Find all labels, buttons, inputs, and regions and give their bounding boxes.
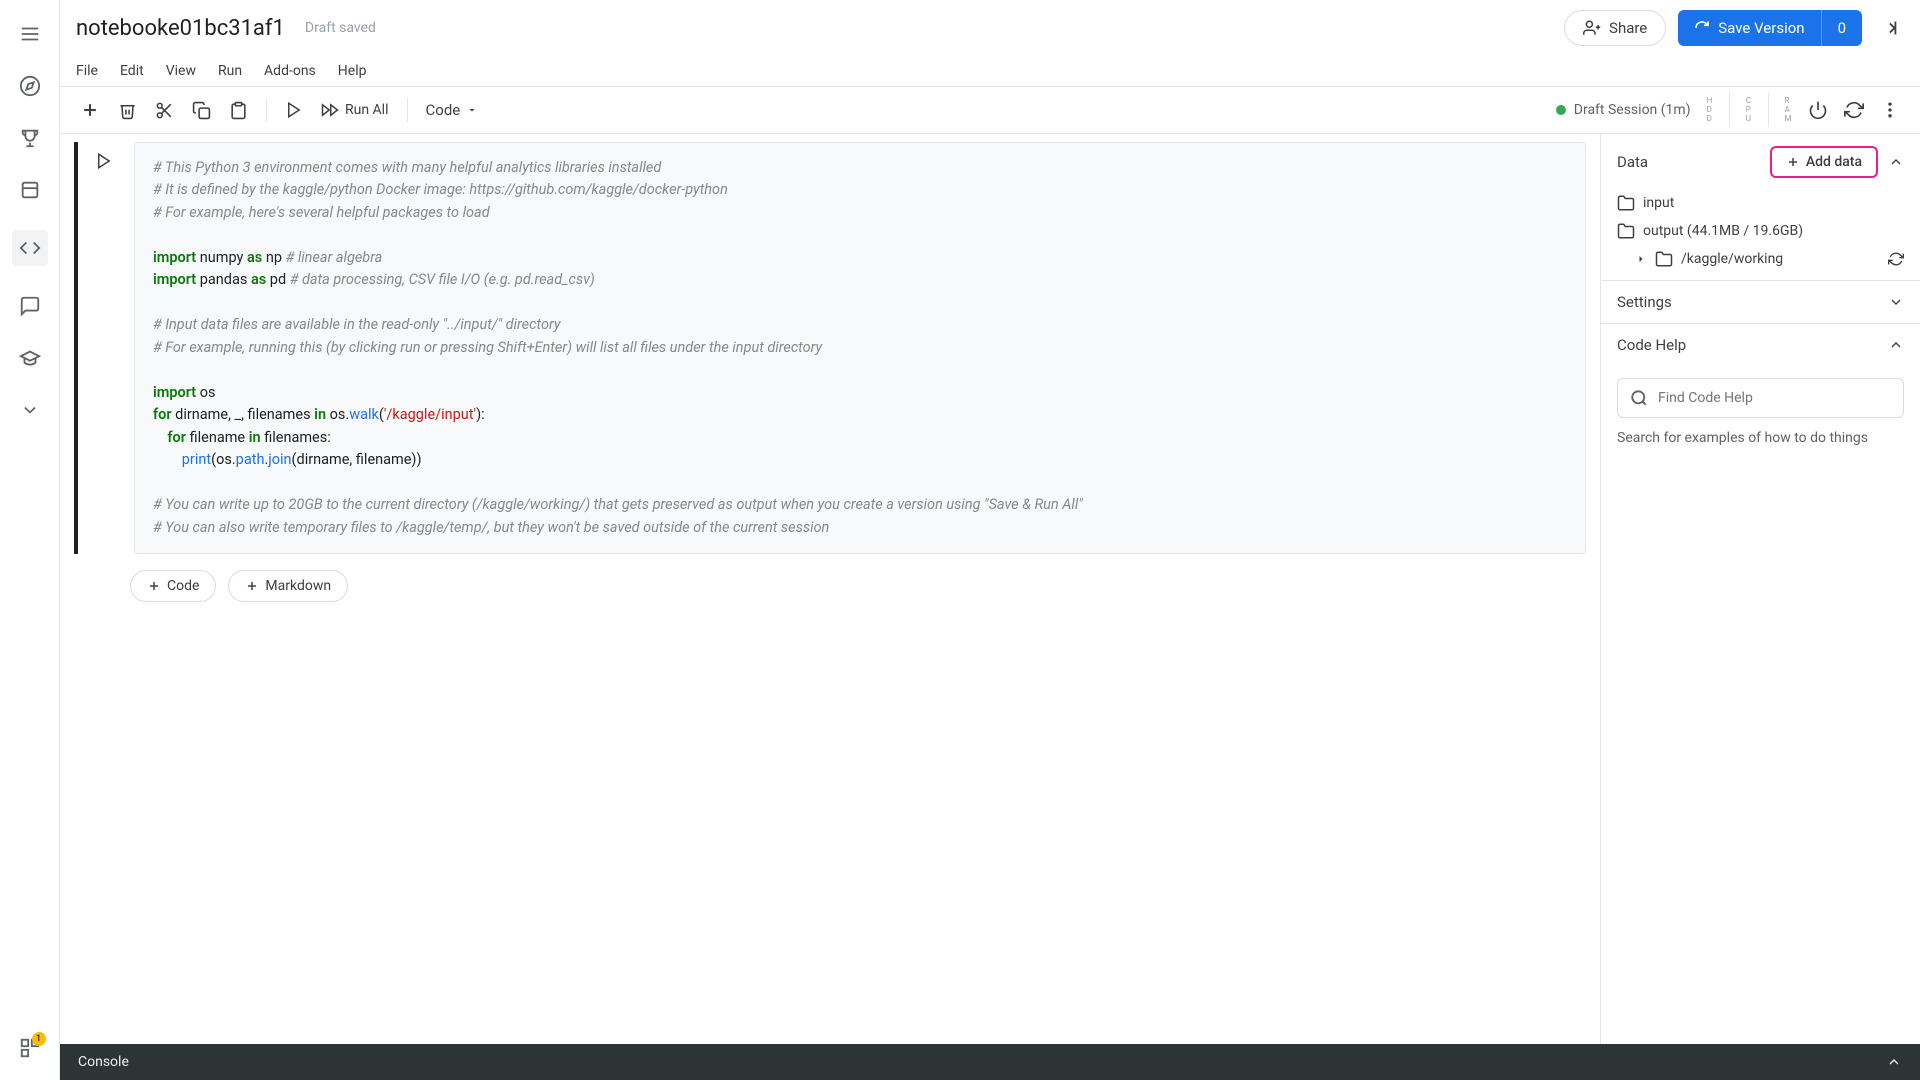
- codehelp-input[interactable]: [1658, 390, 1891, 406]
- copy-icon[interactable]: [192, 101, 211, 120]
- add-data-button[interactable]: Add data: [1770, 146, 1878, 178]
- menu-edit[interactable]: Edit: [120, 63, 144, 79]
- chevron-down-icon: [1888, 294, 1904, 310]
- codehelp-search[interactable]: [1617, 378, 1904, 418]
- add-markdown-label: Markdown: [265, 578, 331, 594]
- save-version-button[interactable]: Save Version 0: [1678, 10, 1862, 46]
- console-label: Console: [78, 1054, 129, 1070]
- toolbar: Run All Code Draft Session (1m) HDD CPU …: [60, 86, 1920, 134]
- menu-help[interactable]: Help: [338, 63, 367, 79]
- cell-active-marker: [74, 142, 78, 554]
- cpu-meter: CPU: [1746, 97, 1752, 123]
- hdd-meter: HDD: [1707, 97, 1713, 123]
- run-all-label: Run All: [345, 102, 389, 118]
- menu-view[interactable]: View: [166, 63, 196, 79]
- working-label: /kaggle/working: [1681, 251, 1783, 267]
- session-status: Draft Session (1m): [1556, 102, 1691, 118]
- code-editor[interactable]: # This Python 3 environment comes with m…: [134, 142, 1586, 554]
- console-expand-icon[interactable]: [1886, 1054, 1902, 1070]
- code-icon[interactable]: [12, 230, 48, 266]
- left-nav-rail: 1: [0, 0, 60, 1080]
- add-markdown-button[interactable]: Markdown: [228, 570, 348, 602]
- output-label: output (44.1MB / 19.6GB): [1643, 223, 1803, 239]
- cell-run-icon[interactable]: [95, 152, 117, 174]
- collapse-panel-icon[interactable]: [1874, 13, 1904, 43]
- trophy-icon[interactable]: [18, 126, 42, 150]
- activity-icon[interactable]: 1: [18, 1036, 42, 1060]
- delete-cell-icon[interactable]: [118, 101, 137, 120]
- chevron-down-icon[interactable]: [18, 398, 42, 422]
- cut-icon[interactable]: [155, 101, 174, 120]
- paste-icon[interactable]: [229, 101, 248, 120]
- notebook-title[interactable]: notebooke01bc31af1: [76, 16, 285, 41]
- share-label: Share: [1609, 19, 1647, 37]
- session-label: Draft Session (1m): [1574, 102, 1691, 118]
- console-bar[interactable]: Console: [60, 1044, 1920, 1080]
- right-panel: Data Add data input output (44.1MB / 19.…: [1600, 134, 1920, 1044]
- share-button[interactable]: Share: [1564, 10, 1666, 46]
- input-folder[interactable]: input: [1617, 194, 1904, 212]
- codehelp-hint: Search for examples of how to do things: [1601, 430, 1920, 462]
- menu-run[interactable]: Run: [218, 63, 242, 79]
- version-count[interactable]: 0: [1821, 10, 1862, 46]
- run-cell-icon[interactable]: [285, 101, 303, 119]
- draft-status: Draft saved: [305, 20, 376, 36]
- compass-icon[interactable]: [18, 74, 42, 98]
- input-label: input: [1643, 195, 1674, 211]
- search-icon: [1630, 389, 1648, 407]
- settings-label: Settings: [1617, 293, 1672, 311]
- status-dot-icon: [1556, 105, 1566, 115]
- notebook-area: # This Python 3 environment comes with m…: [60, 134, 1600, 1044]
- power-icon[interactable]: [1808, 100, 1828, 120]
- settings-header[interactable]: Settings: [1601, 281, 1920, 323]
- add-cell-icon[interactable]: [80, 100, 100, 120]
- run-all-button[interactable]: Run All: [321, 101, 389, 119]
- menu-addons[interactable]: Add-ons: [264, 63, 316, 79]
- header: notebooke01bc31af1 Draft saved Share Sav…: [60, 0, 1920, 56]
- add-code-button[interactable]: Code: [130, 570, 216, 602]
- add-code-label: Code: [167, 578, 199, 594]
- comments-icon[interactable]: [18, 294, 42, 318]
- hamburger-icon[interactable]: [18, 22, 42, 46]
- chevron-up-icon: [1888, 337, 1904, 353]
- refresh-icon[interactable]: [1888, 251, 1904, 267]
- menu-bar: File Edit View Run Add-ons Help: [60, 56, 1920, 86]
- database-icon[interactable]: [18, 178, 42, 202]
- save-label: Save Version: [1718, 19, 1804, 37]
- cell-type-label: Code: [426, 101, 461, 119]
- graduation-icon[interactable]: [18, 346, 42, 370]
- working-folder[interactable]: /kaggle/working: [1617, 250, 1904, 268]
- data-panel-title: Data: [1617, 153, 1648, 171]
- output-folder[interactable]: output (44.1MB / 19.6GB): [1617, 222, 1904, 240]
- notification-badge: 1: [32, 1032, 46, 1046]
- code-cell[interactable]: # This Python 3 environment comes with m…: [74, 142, 1586, 554]
- chevron-up-icon[interactable]: [1888, 154, 1904, 170]
- cell-type-dropdown[interactable]: Code: [426, 101, 479, 119]
- add-data-label: Add data: [1806, 154, 1862, 170]
- restart-icon[interactable]: [1844, 100, 1864, 120]
- codehelp-label: Code Help: [1617, 336, 1686, 354]
- more-icon[interactable]: [1880, 100, 1900, 120]
- menu-file[interactable]: File: [76, 63, 98, 79]
- ram-meter: RAM: [1785, 97, 1792, 123]
- codehelp-header[interactable]: Code Help: [1601, 324, 1920, 366]
